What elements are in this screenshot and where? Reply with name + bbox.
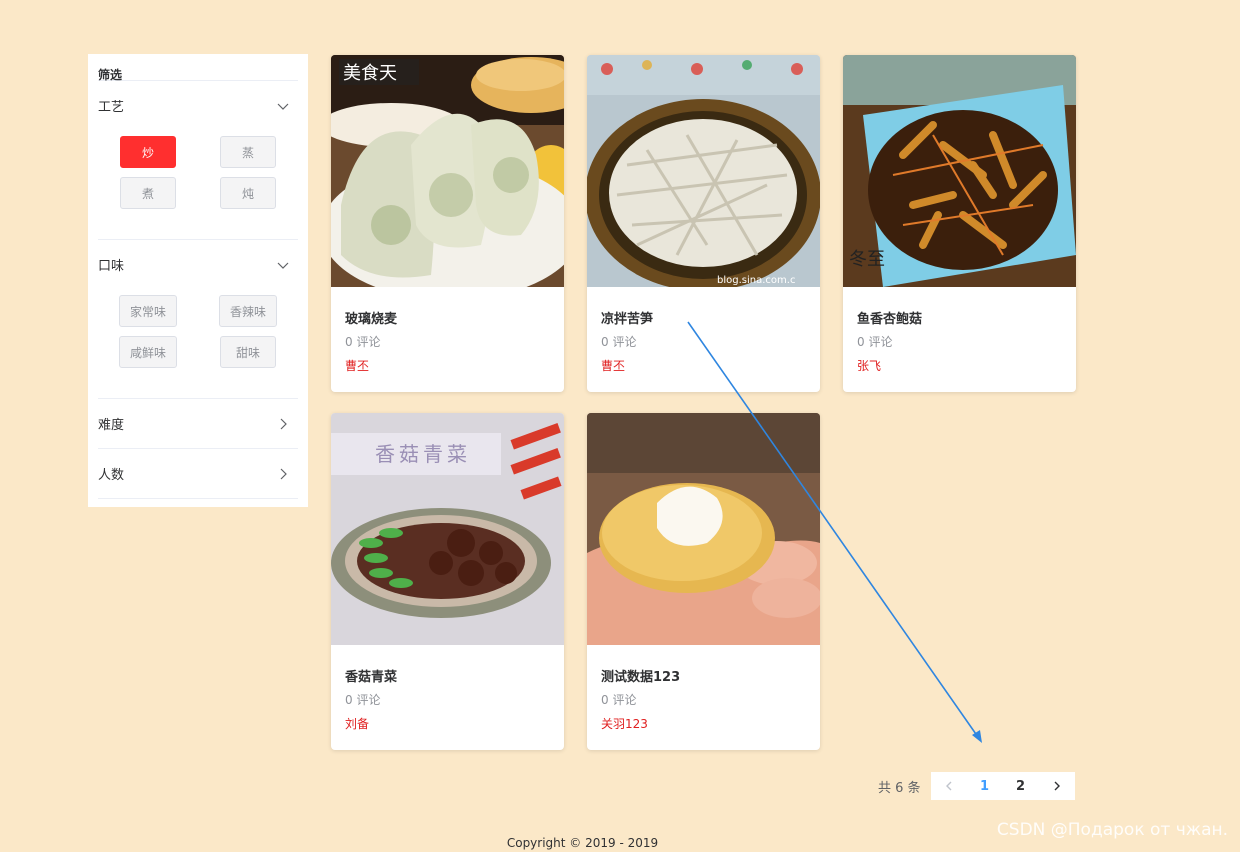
recipe-comments: 0 评论 <box>345 693 381 707</box>
image-url-text: blog.sina.com.c <box>717 275 795 286</box>
chevron-down-icon <box>276 99 290 113</box>
footer-copyright: Copyright © 2019 - 2019 <box>506 836 659 850</box>
recipe-comments: 0 评论 <box>601 335 637 349</box>
recipe-card[interactable]: 香菇青菜 香菇青菜 0 评论 刘备 <box>331 413 564 750</box>
filter-section-servings: 人数 <box>98 449 298 499</box>
recipe-comments: 0 评论 <box>345 335 381 349</box>
recipe-card[interactable]: 测试数据123 0 评论 关羽123 <box>587 413 820 750</box>
image-logo-text: 美食天 <box>343 63 397 84</box>
filter-section-technique: 工艺 炒 蒸 煮 炖 <box>98 81 298 240</box>
flavor-options: 家常味 香辣味 咸鲜味 甜味 <box>98 289 298 398</box>
chevron-right-icon <box>276 417 290 431</box>
recipe-title[interactable]: 凉拌苦笋 <box>601 308 806 327</box>
recipe-comments: 0 评论 <box>601 693 637 707</box>
filter-label-servings: 人数 <box>98 468 125 483</box>
recipe-author[interactable]: 张飞 <box>857 357 1062 374</box>
recipe-title[interactable]: 鱼香杏鲍菇 <box>857 308 1062 327</box>
recipe-image-mushroom-stirfry[interactable]: 冬至 <box>843 55 1076 287</box>
recipe-title[interactable]: 玻璃烧麦 <box>345 308 550 327</box>
recipe-author[interactable]: 刘备 <box>345 715 550 732</box>
option-spicy[interactable]: 香辣味 <box>219 295 277 327</box>
recipe-image-mushroom-greens[interactable]: 香菇青菜 <box>331 413 564 645</box>
filter-header-servings[interactable]: 人数 <box>98 449 298 498</box>
recipe-title[interactable]: 测试数据123 <box>601 666 806 685</box>
recipe-author[interactable]: 曹丕 <box>601 357 806 374</box>
filter-label-technique: 工艺 <box>98 100 125 115</box>
filter-header-difficulty[interactable]: 难度 <box>98 399 298 448</box>
recipe-image-cream-puff[interactable] <box>587 413 820 645</box>
filter-sidebar: 筛选 工艺 炒 蒸 煮 炖 口味 家常味 香辣味 咸鲜味 甜味 难度 人数 <box>88 54 308 507</box>
option-stir-fry[interactable]: 炒 <box>120 136 176 168</box>
recipe-comments: 0 评论 <box>857 335 893 349</box>
filter-header-technique[interactable]: 工艺 <box>98 81 298 130</box>
option-home-style[interactable]: 家常味 <box>119 295 177 327</box>
filter-label-difficulty: 难度 <box>98 418 125 433</box>
chevron-left-icon <box>945 781 952 791</box>
option-salty[interactable]: 咸鲜味 <box>119 336 177 368</box>
recipe-author[interactable]: 曹丕 <box>345 357 550 374</box>
chevron-right-icon <box>276 467 290 481</box>
option-steam[interactable]: 蒸 <box>220 136 276 168</box>
filter-title: 筛选 <box>98 54 298 82</box>
image-seal-text: 冬至 <box>849 249 885 270</box>
recipe-author[interactable]: 关羽123 <box>601 715 806 732</box>
option-sweet[interactable]: 甜味 <box>220 336 276 368</box>
chevron-down-icon <box>276 258 290 272</box>
filter-label-flavor: 口味 <box>98 259 125 274</box>
option-boil[interactable]: 煮 <box>120 177 176 209</box>
pagination: 共 6 条 1 2 <box>878 772 1075 800</box>
chevron-right-icon <box>1054 781 1060 791</box>
prev-page-button[interactable] <box>931 772 967 800</box>
next-page-button[interactable] <box>1039 772 1075 800</box>
recipe-card[interactable]: 冬至 鱼香杏鲍菇 0 评论 张飞 <box>843 55 1076 392</box>
pagination-total: 共 6 条 <box>878 780 921 796</box>
filter-header-flavor[interactable]: 口味 <box>98 240 298 289</box>
recipe-card[interactable]: blog.sina.com.c 凉拌苦笋 0 评论 曹丕 <box>587 55 820 392</box>
recipe-card[interactable]: 美食天 玻璃烧麦 0 评论 曹丕 <box>331 55 564 392</box>
recipe-image-dumplings[interactable]: 美食天 <box>331 55 564 287</box>
page-button-1[interactable]: 1 <box>967 772 1003 800</box>
filter-section-difficulty: 难度 <box>98 399 298 449</box>
image-banner-text: 香菇青菜 <box>375 442 471 466</box>
watermark-text: CSDN @Подарок от чжан. <box>996 820 1228 840</box>
technique-options: 炒 蒸 煮 炖 <box>98 130 298 239</box>
recipe-image-bamboo-shoots[interactable]: blog.sina.com.c <box>587 55 820 287</box>
page-button-2[interactable]: 2 <box>1003 772 1039 800</box>
option-stew[interactable]: 炖 <box>220 177 276 209</box>
recipe-title[interactable]: 香菇青菜 <box>345 666 550 685</box>
filter-section-flavor: 口味 家常味 香辣味 咸鲜味 甜味 <box>98 240 298 399</box>
